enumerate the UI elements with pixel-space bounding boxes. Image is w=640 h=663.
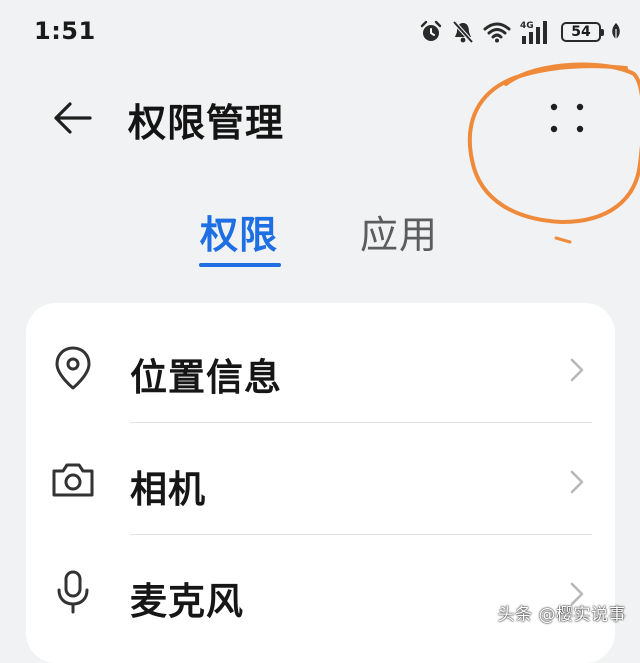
location-pin-icon: [50, 345, 96, 391]
alarm-icon: [419, 20, 443, 44]
four-dots-menu-icon: [547, 98, 587, 142]
status-icons: 4G 54: [419, 16, 622, 48]
arrow-left-icon: [50, 100, 94, 140]
tab-bar: 权限 应用: [0, 200, 640, 270]
status-bar: 1:51 4G 54: [0, 0, 640, 64]
list-item-location[interactable]: 位置信息: [26, 311, 615, 423]
back-button[interactable]: [44, 96, 100, 144]
leaf-icon: [610, 22, 622, 42]
status-time: 1:51: [34, 17, 96, 45]
battery-icon: 54: [561, 22, 604, 42]
list-item-label: 麦克风: [130, 580, 244, 623]
tab-permissions[interactable]: 权限: [200, 204, 278, 259]
list-item-camera[interactable]: 相机: [26, 423, 615, 535]
battery-level: 54: [571, 24, 591, 40]
microphone-icon: [50, 569, 96, 615]
list-item-microphone[interactable]: 麦克风: [26, 535, 615, 647]
watermark: 头条 @樱实说事: [497, 605, 626, 625]
page-title: 权限管理: [128, 101, 285, 145]
bell-muted-icon: [452, 20, 474, 44]
chevron-right-icon: [570, 358, 584, 382]
signal-4g-icon: 4G: [520, 19, 552, 45]
active-tab-indicator: [199, 263, 281, 267]
more-menu-button[interactable]: [538, 96, 596, 144]
header: 权限管理: [0, 70, 640, 170]
camera-icon: [50, 457, 96, 503]
list-item-label: 位置信息: [130, 356, 282, 399]
chevron-right-icon: [570, 470, 584, 494]
tab-apps[interactable]: 应用: [360, 204, 438, 259]
network-label: 4G: [520, 21, 534, 31]
list-item-label: 相机: [130, 468, 206, 511]
wifi-icon: [483, 21, 511, 43]
